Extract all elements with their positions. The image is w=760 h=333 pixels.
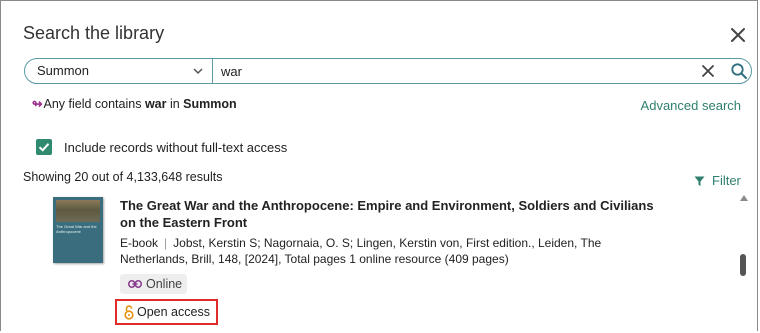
results-count: Showing 20 out of 4,133,648 results [23, 170, 223, 184]
query-summary-middle: in [166, 97, 184, 111]
result-metadata: E-book | Jobst, Kerstin S; Nagornaia, O. S… [120, 235, 660, 267]
dialog-title: Search the library [23, 23, 165, 43]
result-type: E-book [120, 236, 159, 250]
advanced-search-link[interactable]: Advanced search [641, 98, 741, 113]
scope-value: Summon [37, 63, 90, 78]
open-lock-icon [124, 305, 134, 320]
query-summary: ↬Any field contains war in Summon [32, 96, 237, 111]
search-bar: Summon [24, 58, 752, 84]
result-title-link[interactable]: The Great War and the Anthropocene: Empi… [120, 197, 680, 231]
cover-artwork [56, 200, 100, 222]
search-dialog: Search the library Summon ↬Any field con… [0, 0, 758, 331]
chevron-down-icon [193, 68, 203, 75]
book-cover-image[interactable]: The Great War and the Anthropocene [53, 197, 103, 263]
query-term: war [144, 97, 167, 111]
online-label: Online [146, 277, 183, 291]
cover-title-text: The Great War and the Anthropocene [56, 224, 97, 234]
open-access-badge[interactable]: Open access [115, 299, 218, 325]
fulltext-checkbox-label: Include records without full-text access [64, 140, 288, 155]
scope-select[interactable]: Summon [25, 59, 213, 83]
search-input[interactable] [221, 61, 691, 81]
online-access-button[interactable]: Online [120, 274, 187, 294]
checkmark-icon [38, 143, 50, 152]
result-details: Jobst, Kerstin S; Nagornaia, O. S; Linge… [120, 236, 602, 266]
link-icon [128, 280, 142, 288]
search-icon[interactable] [730, 62, 748, 80]
clear-icon[interactable] [701, 64, 715, 78]
close-icon[interactable] [728, 25, 748, 45]
query-scope: Summon [183, 97, 237, 111]
meta-separator: | [164, 236, 168, 250]
scroll-up-arrow-icon[interactable] [739, 194, 749, 202]
query-summary-prefix: Any field contains [43, 97, 145, 111]
result-title-line1: The Great War and the Anthropocene: Empi… [120, 198, 654, 213]
scrollbar-thumb[interactable] [740, 254, 746, 276]
query-arrow-icon: ↬ [32, 97, 43, 111]
filter-icon [694, 176, 705, 186]
fulltext-checkbox[interactable] [36, 139, 52, 155]
result-title-line2: on the Eastern Front [120, 215, 248, 230]
filter-label: Filter [712, 173, 741, 188]
open-access-label: Open access [137, 305, 210, 319]
